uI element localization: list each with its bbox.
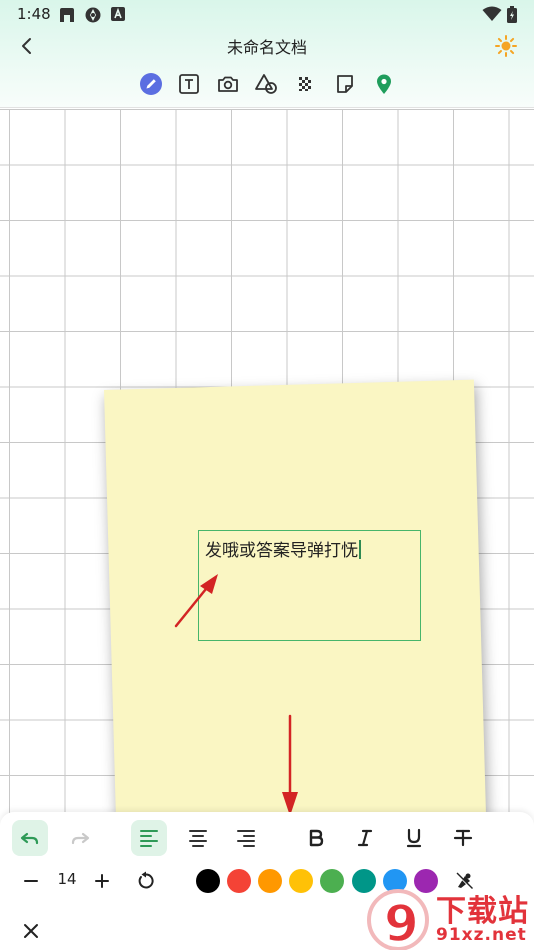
watermark-logo-text: 9 bbox=[384, 895, 419, 950]
close-icon bbox=[24, 924, 38, 938]
color-swatch-amber[interactable] bbox=[289, 869, 313, 893]
annotation-arrow-down bbox=[282, 714, 298, 816]
italic-button[interactable] bbox=[347, 820, 383, 856]
redo-icon bbox=[71, 832, 90, 845]
reset-button[interactable] bbox=[128, 863, 164, 899]
color-swatch-red[interactable] bbox=[227, 869, 251, 893]
color-swatch-orange[interactable] bbox=[258, 869, 282, 893]
underline-button[interactable] bbox=[396, 820, 432, 856]
redo-button[interactable] bbox=[62, 820, 98, 856]
document-title[interactable]: 未命名文档 bbox=[0, 34, 534, 58]
theme-button[interactable] bbox=[492, 32, 520, 60]
pen-tool[interactable] bbox=[139, 72, 163, 96]
font-size-decrease-button[interactable] bbox=[13, 863, 49, 899]
watermark-text-line2: 91xz.net bbox=[436, 925, 527, 945]
watermark-text-line1: 下载站 bbox=[436, 894, 529, 929]
bold-button[interactable] bbox=[298, 820, 334, 856]
shapes-icon bbox=[255, 74, 277, 94]
font-size-value: 14 bbox=[57, 870, 77, 888]
location-pin-icon bbox=[377, 74, 391, 94]
close-panel-button[interactable] bbox=[13, 913, 49, 949]
status-bar: 1:48 bbox=[0, 0, 534, 28]
tool-bar bbox=[0, 66, 534, 102]
italic-icon bbox=[357, 829, 373, 847]
battery-icon bbox=[506, 6, 518, 28]
undo-icon bbox=[20, 832, 39, 845]
reset-icon bbox=[138, 871, 154, 889]
text-tool[interactable] bbox=[177, 72, 201, 96]
text-caret bbox=[359, 540, 361, 559]
color-swatch-black[interactable] bbox=[196, 869, 220, 893]
align-right-icon bbox=[237, 830, 255, 847]
camera-icon bbox=[218, 76, 238, 92]
text-box-icon bbox=[179, 74, 199, 94]
annotation-arrow-up bbox=[174, 574, 218, 628]
sticky-note-tool[interactable] bbox=[333, 72, 357, 96]
plus-icon bbox=[95, 874, 109, 888]
sun-icon bbox=[495, 35, 517, 57]
text-box-content[interactable]: 发哦或答案导弹打怃 bbox=[205, 536, 361, 561]
location-tool[interactable] bbox=[372, 72, 396, 96]
mosaic-icon bbox=[299, 77, 311, 91]
minus-icon bbox=[24, 880, 38, 882]
text-box-text: 发哦或答案导弹打怃 bbox=[205, 541, 358, 561]
status-time: 1:48 bbox=[17, 5, 51, 23]
title-bar: 未命名文档 bbox=[0, 28, 534, 66]
note-icon bbox=[337, 75, 353, 93]
mosaic-tool[interactable] bbox=[294, 72, 318, 96]
underline-icon bbox=[406, 828, 422, 848]
align-right-button[interactable] bbox=[228, 820, 264, 856]
bold-icon bbox=[309, 829, 324, 847]
strikethrough-icon bbox=[453, 829, 473, 847]
strikethrough-button[interactable] bbox=[445, 820, 481, 856]
shape-tool[interactable] bbox=[255, 72, 279, 96]
sync-icon bbox=[84, 6, 102, 28]
align-center-icon bbox=[189, 830, 207, 847]
font-size-increase-button[interactable] bbox=[84, 863, 120, 899]
pen-icon bbox=[140, 73, 162, 95]
app-icon bbox=[58, 6, 76, 28]
wifi-icon bbox=[482, 6, 502, 26]
align-center-button[interactable] bbox=[180, 820, 216, 856]
align-left-button[interactable] bbox=[131, 820, 167, 856]
text-box[interactable]: 发哦或答案导弹打怃 bbox=[198, 530, 421, 641]
a-letter-icon bbox=[110, 6, 126, 26]
align-left-icon bbox=[140, 830, 158, 847]
undo-button[interactable] bbox=[12, 820, 48, 856]
camera-tool[interactable] bbox=[216, 72, 240, 96]
app-header: 1:48 未命名文档 bbox=[0, 0, 534, 108]
color-swatch-green[interactable] bbox=[320, 869, 344, 893]
